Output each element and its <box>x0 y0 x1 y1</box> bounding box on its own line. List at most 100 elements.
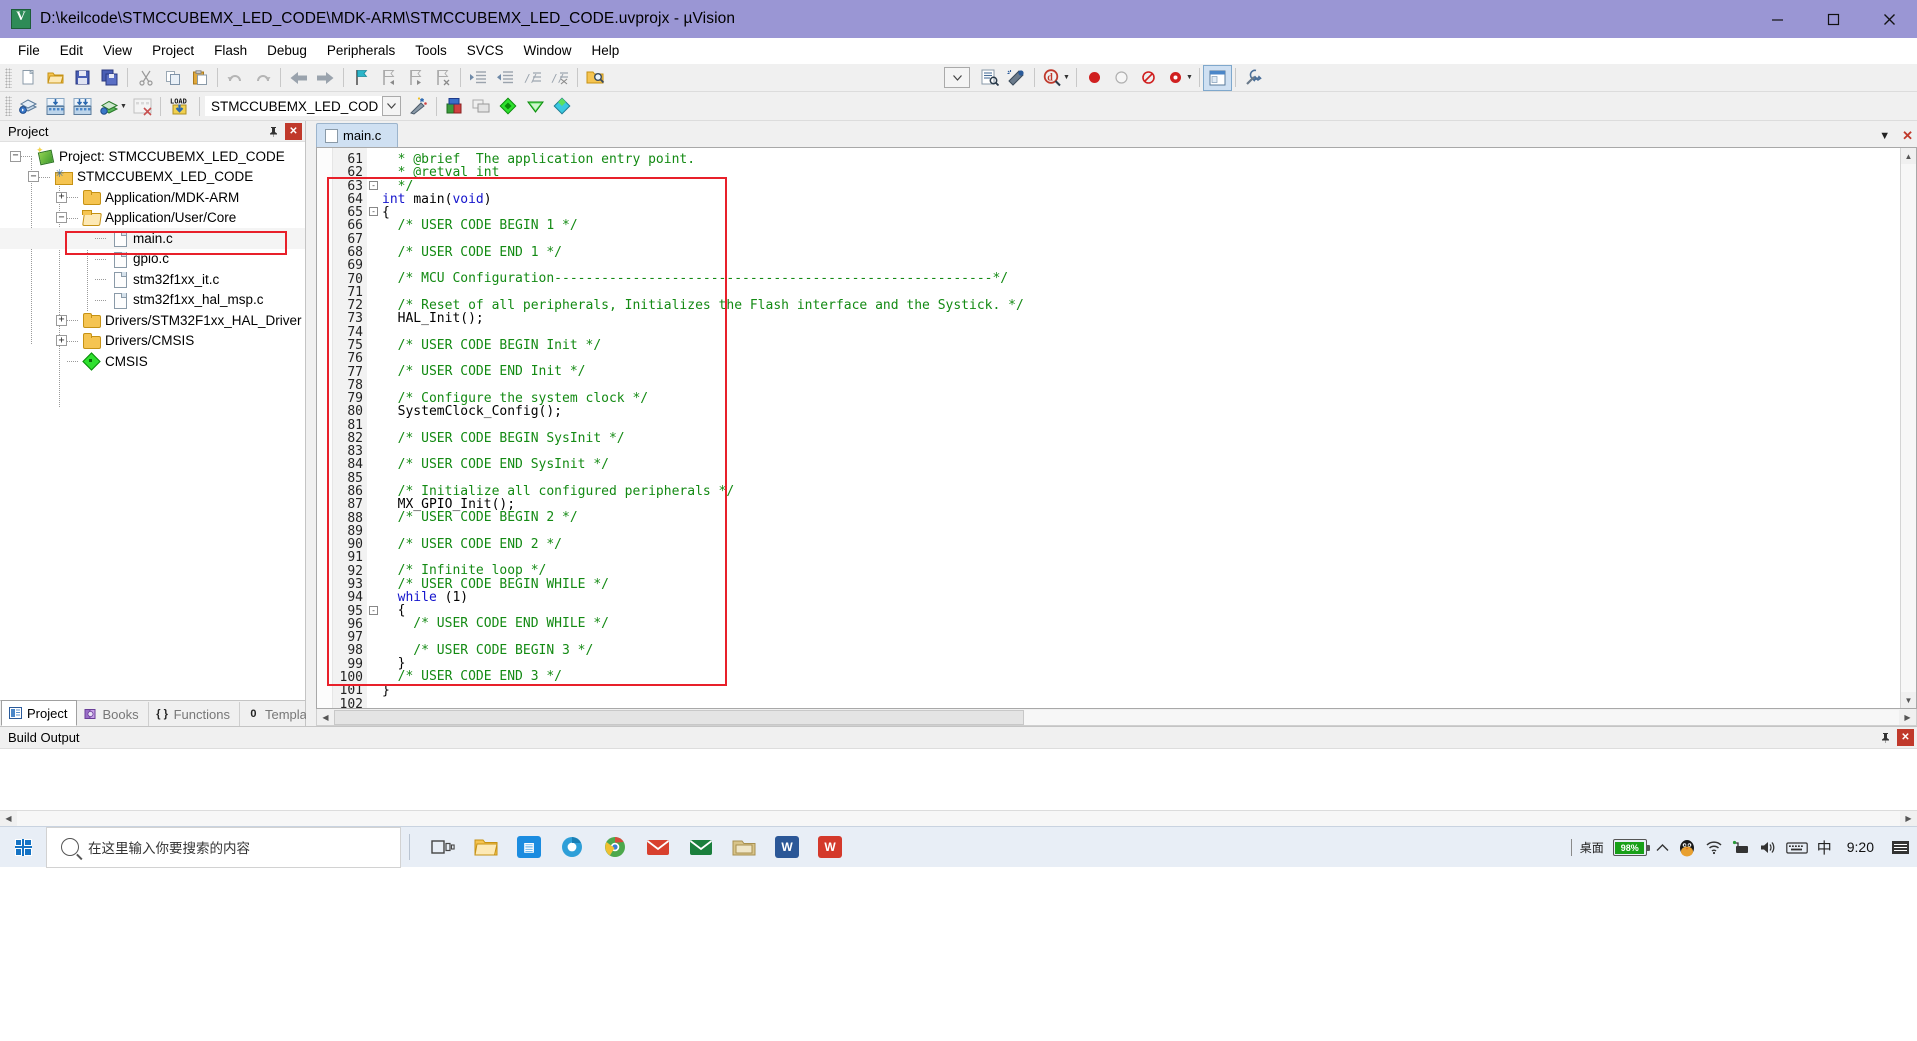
manage-project-items-icon[interactable] <box>441 94 468 118</box>
undo-icon[interactable] <box>222 66 249 90</box>
code-line[interactable] <box>382 631 1900 644</box>
find-combo-box[interactable] <box>944 67 970 88</box>
cut-icon[interactable] <box>132 66 159 90</box>
menu-peripherals[interactable]: Peripherals <box>317 40 405 61</box>
fold-toggle-icon[interactable]: - <box>369 207 378 217</box>
code-folding-margin[interactable]: - - - <box>367 148 382 708</box>
outlook-icon[interactable] <box>682 828 720 866</box>
stop-build-icon[interactable] <box>129 94 156 118</box>
code-line[interactable]: /* USER CODE END 1 */ <box>382 246 1900 259</box>
editor-vertical-scrollbar[interactable]: ▲ ▼ <box>1900 148 1916 708</box>
tree-item-gpio-c[interactable]: gpio.c <box>0 249 305 270</box>
chevron-down-icon[interactable]: ▼ <box>1879 130 1890 142</box>
tab-functions[interactable]: { } Functions <box>149 702 240 726</box>
build-output-horizontal-scrollbar[interactable]: ◀ ▶ <box>0 810 1917 826</box>
code-line[interactable]: SystemClock_Config(); <box>382 405 1900 418</box>
menu-svcs[interactable]: SVCS <box>457 40 514 61</box>
browser-icon[interactable] <box>553 828 591 866</box>
code-line[interactable]: /* Initialize all configured peripherals… <box>382 485 1900 498</box>
menu-tools[interactable]: Tools <box>405 40 457 61</box>
configuration-wizard-icon[interactable] <box>1003 66 1030 90</box>
fold-toggle-icon[interactable]: - <box>369 180 378 190</box>
scroll-left-arrow-icon[interactable]: ◀ <box>0 811 17 826</box>
file-explorer-icon[interactable] <box>467 828 505 866</box>
show-hidden-icons-icon[interactable] <box>1656 843 1669 853</box>
translate-file-icon[interactable] <box>15 94 42 118</box>
scroll-track[interactable] <box>334 709 1899 725</box>
code-line[interactable] <box>382 352 1900 365</box>
code-line[interactable]: } <box>382 657 1900 670</box>
menu-flash[interactable]: Flash <box>204 40 257 61</box>
code-line[interactable]: HAL_Init(); <box>382 312 1900 325</box>
code-line[interactable]: /* USER CODE BEGIN 1 */ <box>382 219 1900 232</box>
tree-item-application-mdk-arm[interactable]: + Application/MDK-ARM <box>0 187 305 208</box>
target-selector[interactable]: STMCCUBEMX_LED_COD <box>203 95 403 117</box>
tree-item-project-root[interactable]: − Project: STMCCUBEMX_LED_CODE <box>0 145 305 167</box>
expander-toggle[interactable]: − <box>56 212 67 224</box>
code-line[interactable] <box>382 697 1900 708</box>
close-icon[interactable]: ✕ <box>1897 729 1914 746</box>
project-tree[interactable]: − Project: STMCCUBEMX_LED_CODE − STMCCUB… <box>0 142 305 700</box>
tree-item-drivers-cmsis[interactable]: + Drivers/CMSIS <box>0 331 305 352</box>
code-line[interactable] <box>382 471 1900 484</box>
menu-file[interactable]: File <box>8 40 50 61</box>
tree-item-application-user-core[interactable]: − Application/User/Core <box>0 208 305 229</box>
notification-icon[interactable] <box>1889 837 1911 859</box>
scroll-down-arrow-icon[interactable]: ▼ <box>1900 692 1916 708</box>
insert-breakpoint-icon[interactable] <box>1081 66 1108 90</box>
code-line[interactable]: /* USER CODE END 3 */ <box>382 670 1900 683</box>
software-packs-icon[interactable] <box>549 94 576 118</box>
expander-toggle[interactable]: + <box>56 191 67 203</box>
menu-project[interactable]: Project <box>142 40 204 61</box>
paste-icon[interactable] <box>186 66 213 90</box>
redo-icon[interactable] <box>249 66 276 90</box>
indent-icon[interactable] <box>465 66 492 90</box>
scroll-left-arrow-icon[interactable]: ◀ <box>317 710 334 725</box>
manage-run-time-env-icon[interactable] <box>522 94 549 118</box>
scroll-thumb[interactable] <box>334 709 1024 725</box>
code-line[interactable] <box>382 524 1900 537</box>
toolbar-grip[interactable] <box>5 96 12 116</box>
pin-icon[interactable] <box>265 123 282 140</box>
expander-toggle[interactable]: − <box>10 150 21 162</box>
ime-icon[interactable]: 中 <box>1817 837 1832 858</box>
code-line[interactable]: MX_GPIO_Init(); <box>382 498 1900 511</box>
expander-toggle[interactable]: + <box>56 314 67 326</box>
code-line[interactable]: /* USER CODE BEGIN Init */ <box>382 339 1900 352</box>
close-icon[interactable]: ✕ <box>285 122 302 140</box>
code-line[interactable]: { <box>382 206 1900 219</box>
fold-toggle-icon[interactable]: - <box>369 605 378 615</box>
code-line[interactable] <box>382 259 1900 272</box>
battery-icon[interactable]: 98% <box>1612 839 1650 856</box>
copy-icon[interactable] <box>159 66 186 90</box>
tab-project[interactable]: Project <box>1 700 78 726</box>
code-line[interactable]: */ <box>382 179 1900 193</box>
code-line[interactable]: /* USER CODE BEGIN 3 */ <box>382 644 1900 657</box>
minimize-button[interactable] <box>1749 0 1805 38</box>
download-icon[interactable]: LOAD <box>165 94 195 118</box>
code-line[interactable] <box>382 379 1900 392</box>
expander-toggle[interactable]: − <box>28 171 39 183</box>
tree-item-cmsis[interactable]: CMSIS <box>0 351 305 372</box>
code-line[interactable] <box>382 445 1900 458</box>
tree-item-target[interactable]: − STMCCUBEMX_LED_CODE <box>0 167 305 188</box>
code-line[interactable]: /* USER CODE BEGIN WHILE */ <box>382 577 1900 591</box>
open-file-icon[interactable] <box>42 66 69 90</box>
folder2-icon[interactable] <box>725 828 763 866</box>
tree-item-main-c[interactable]: main.c <box>0 228 305 249</box>
configure-target-icon[interactable] <box>1240 66 1267 90</box>
disable-all-breakpoints-icon[interactable] <box>1162 66 1189 90</box>
disable-breakpoint-icon[interactable] <box>1135 66 1162 90</box>
tree-item-stm32f1xx-it-c[interactable]: stm32f1xx_it.c <box>0 269 305 290</box>
chrome-icon[interactable] <box>596 828 634 866</box>
network-icon[interactable] <box>1732 840 1750 855</box>
build-output-content[interactable] <box>0 749 1917 810</box>
close-icon[interactable]: ✕ <box>1902 128 1913 144</box>
maximize-button[interactable] <box>1805 0 1861 38</box>
scroll-up-arrow-icon[interactable]: ▲ <box>1900 148 1916 164</box>
tree-item-drivers-hal[interactable]: + Drivers/STM32F1xx_HAL_Driver <box>0 310 305 331</box>
code-line[interactable]: /* USER CODE BEGIN SysInit */ <box>382 431 1900 445</box>
search-input[interactable]: 在这里输入你要搜索的内容 <box>46 826 401 868</box>
code-line[interactable]: /* USER CODE END SysInit */ <box>382 458 1900 471</box>
save-icon[interactable] <box>69 66 96 90</box>
